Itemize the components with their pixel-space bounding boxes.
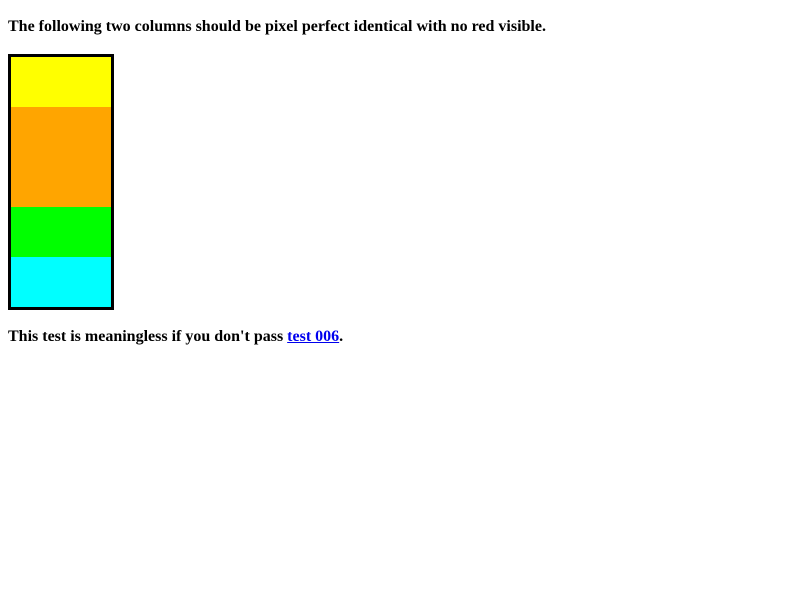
lime-band	[11, 207, 111, 257]
page: The following two columns should be pixe…	[0, 0, 800, 600]
cyan-band	[11, 257, 111, 307]
orange-band	[11, 107, 111, 207]
test-006-link[interactable]: test 006	[287, 328, 339, 345]
footer-prefix: This test is meaningless if you don't pa…	[8, 328, 288, 345]
footer-suffix: .	[339, 328, 344, 345]
yellow-band	[11, 57, 111, 107]
color-columns-box	[8, 54, 114, 310]
footer-note: This test is meaningless if you don't pa…	[8, 327, 343, 346]
instruction-heading: The following two columns should be pixe…	[8, 18, 546, 35]
